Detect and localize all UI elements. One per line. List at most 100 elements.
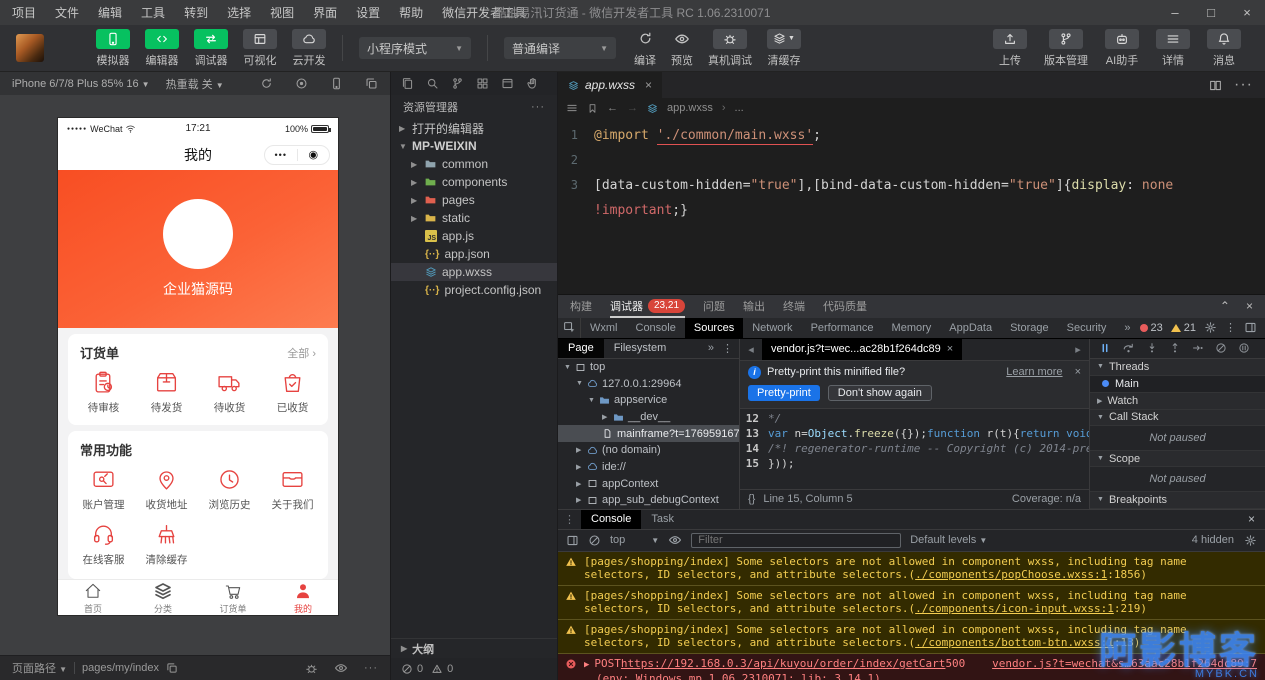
- tree-item-app-wxss[interactable]: app.wxss: [391, 263, 557, 281]
- section-callstack[interactable]: ▼ Call Stack: [1090, 409, 1265, 427]
- deactivate-breakpoints-icon[interactable]: [1215, 342, 1227, 354]
- devtools-tab-storage[interactable]: Storage: [1001, 318, 1058, 338]
- eye-icon[interactable]: [668, 533, 682, 547]
- cloud-dev-button[interactable]: 云开发: [292, 28, 326, 68]
- mode-dropdown[interactable]: 小程序模式 ▼: [359, 37, 471, 59]
- device-debug-button[interactable]: 真机调试: [708, 28, 752, 68]
- minimize-button[interactable]: –: [1157, 0, 1193, 25]
- console-settings-icon[interactable]: [1244, 534, 1257, 547]
- drag-handle-icon[interactable]: ⋮: [558, 513, 581, 526]
- order-item-received[interactable]: 已收货: [261, 370, 324, 415]
- devtools-tab-network[interactable]: Network: [743, 318, 801, 338]
- section-breakpoints[interactable]: ▼ Breakpoints: [1090, 491, 1265, 509]
- tab-orders[interactable]: 订货单: [198, 580, 268, 615]
- source-link[interactable]: ./components/icon-input.wxss:1: [915, 602, 1114, 615]
- overflow-tabs-icon[interactable]: »: [708, 342, 714, 355]
- step-icon[interactable]: [1192, 342, 1204, 354]
- ai-assistant-button[interactable]: AI助手: [1105, 28, 1139, 68]
- console-tab[interactable]: Console: [581, 509, 642, 529]
- request-url-link[interactable]: https://192.168.0.3/api/kuyou/order/inde…: [621, 657, 946, 670]
- details-button[interactable]: 详情: [1156, 28, 1190, 68]
- source-tree-dev[interactable]: ▶ __dev__: [558, 409, 739, 426]
- thread-main[interactable]: Main: [1090, 375, 1265, 393]
- source-file-tab[interactable]: vendor.js?t=wec...ac28b1f264dc89 ×: [762, 338, 963, 360]
- dock-side-icon[interactable]: [1244, 321, 1257, 334]
- console-warning[interactable]: [pages/shopping/index] Some selectors ar…: [558, 585, 1265, 620]
- step-out-icon[interactable]: [1169, 342, 1181, 354]
- pause-on-exceptions-icon[interactable]: [1238, 342, 1250, 354]
- devtools-tab-security[interactable]: Security: [1058, 318, 1116, 338]
- upload-button[interactable]: 上传: [993, 28, 1027, 68]
- bug-icon[interactable]: [305, 662, 318, 675]
- breadcrumb-file[interactable]: app.wxss: [667, 102, 713, 114]
- editor-toggle-button[interactable]: 编辑器: [145, 28, 179, 68]
- step-into-icon[interactable]: [1146, 342, 1158, 354]
- pretty-print-button[interactable]: Pretty-print: [748, 384, 820, 401]
- tab-home[interactable]: 首页: [58, 580, 128, 615]
- user-avatar[interactable]: [16, 34, 44, 62]
- order-item-pending-review[interactable]: 待审核: [72, 370, 135, 415]
- compile-mode-dropdown[interactable]: 普通编译 ▼: [504, 37, 616, 59]
- step-over-icon[interactable]: [1122, 342, 1135, 355]
- func-account[interactable]: 账户管理: [72, 467, 135, 512]
- compile-button[interactable]: 编译: [634, 29, 656, 68]
- source-tree-no-domain[interactable]: ▶ (no domain): [558, 442, 739, 459]
- collapse-panel-icon[interactable]: ⌃: [1220, 299, 1230, 313]
- eye-icon[interactable]: [334, 661, 348, 675]
- breadcrumb-more[interactable]: ...: [735, 102, 744, 114]
- source-tree-appcontext[interactable]: ▶ appContext: [558, 475, 739, 492]
- panel-tab-problems[interactable]: 问题: [703, 295, 725, 318]
- kebab-menu-icon[interactable]: ⋮: [1225, 321, 1236, 334]
- error-counter[interactable]: 23: [1139, 322, 1163, 334]
- capsule-close-icon[interactable]: ◉: [298, 148, 330, 161]
- bookmark-icon[interactable]: [587, 103, 598, 114]
- close-icon[interactable]: ×: [1248, 512, 1265, 526]
- tree-item-open-editors[interactable]: ▶ 打开的编辑器: [391, 119, 557, 137]
- split-editor-icon[interactable]: [1209, 79, 1222, 92]
- expand-arrow-icon[interactable]: ▶: [584, 659, 589, 672]
- gear-icon[interactable]: [1204, 321, 1217, 334]
- tab-scroll-left-icon[interactable]: ◂: [740, 343, 762, 356]
- code-editor[interactable]: 1 @import './common/main.wxss'; 2 3 [data-…: [558, 118, 1265, 294]
- menu-settings[interactable]: 设置: [356, 4, 380, 21]
- console-warning[interactable]: [pages/shopping/index] Some selectors ar…: [558, 619, 1265, 654]
- source-code-view[interactable]: 12 */ 13 var n=Object.freeze({});function …: [740, 409, 1089, 489]
- tree-item-pages[interactable]: ▶ pages: [391, 191, 557, 209]
- more-icon[interactable]: ···: [364, 662, 378, 674]
- version-control-button[interactable]: 版本管理: [1044, 28, 1088, 68]
- source-link[interactable]: ./components/bottom-btn.wxss:1: [915, 636, 1114, 649]
- overflow-tabs-icon[interactable]: »: [1115, 318, 1139, 338]
- device-frame-icon[interactable]: [330, 77, 343, 90]
- outline-icon[interactable]: [566, 102, 578, 114]
- menu-edit[interactable]: 编辑: [98, 4, 122, 21]
- clear-console-icon[interactable]: [588, 534, 601, 547]
- section-threads[interactable]: ▼ Threads: [1090, 359, 1265, 376]
- preview-button[interactable]: 预览: [671, 29, 693, 68]
- warning-counter[interactable]: 21: [1170, 322, 1196, 334]
- section-scope[interactable]: ▼ Scope: [1090, 450, 1265, 468]
- files-icon[interactable]: [401, 77, 414, 90]
- context-selector[interactable]: top ▼: [610, 534, 659, 546]
- more-dots-icon[interactable]: •••: [265, 150, 297, 160]
- func-about[interactable]: 关于我们: [261, 467, 324, 512]
- source-tree-mainframe[interactable]: mainframe?t=17695916772: [558, 425, 739, 443]
- panel-tab-build[interactable]: 构建: [570, 295, 592, 318]
- devtools-tab-sources[interactable]: Sources: [684, 317, 744, 338]
- kebab-menu-icon[interactable]: ⋮: [722, 342, 733, 355]
- tree-item-root[interactable]: ▼ MP-WEIXIN: [391, 137, 557, 155]
- section-watch[interactable]: ▶ Watch: [1090, 392, 1265, 410]
- tree-item-app-json[interactable]: {··} app.json: [391, 245, 557, 263]
- func-address[interactable]: 收货地址: [135, 467, 198, 512]
- clear-cache-button[interactable]: ▼ 清缓存: [767, 28, 801, 68]
- hot-reload-toggle[interactable]: 热重载 关 ▼: [166, 76, 224, 92]
- console-warning[interactable]: [pages/shopping/index] Some selectors ar…: [558, 551, 1265, 586]
- back-icon[interactable]: ←: [607, 102, 618, 114]
- inspect-element-icon[interactable]: [558, 317, 581, 338]
- devtools-tab-memory[interactable]: Memory: [883, 318, 941, 338]
- devtools-tab-performance[interactable]: Performance: [802, 318, 883, 338]
- devtools-tab-console[interactable]: Console: [627, 318, 685, 338]
- dont-show-again-button[interactable]: Don't show again: [827, 384, 932, 401]
- capsule-menu[interactable]: ••• ◉: [264, 144, 330, 165]
- menu-project[interactable]: 项目: [12, 4, 36, 21]
- maximize-button[interactable]: □: [1193, 0, 1229, 25]
